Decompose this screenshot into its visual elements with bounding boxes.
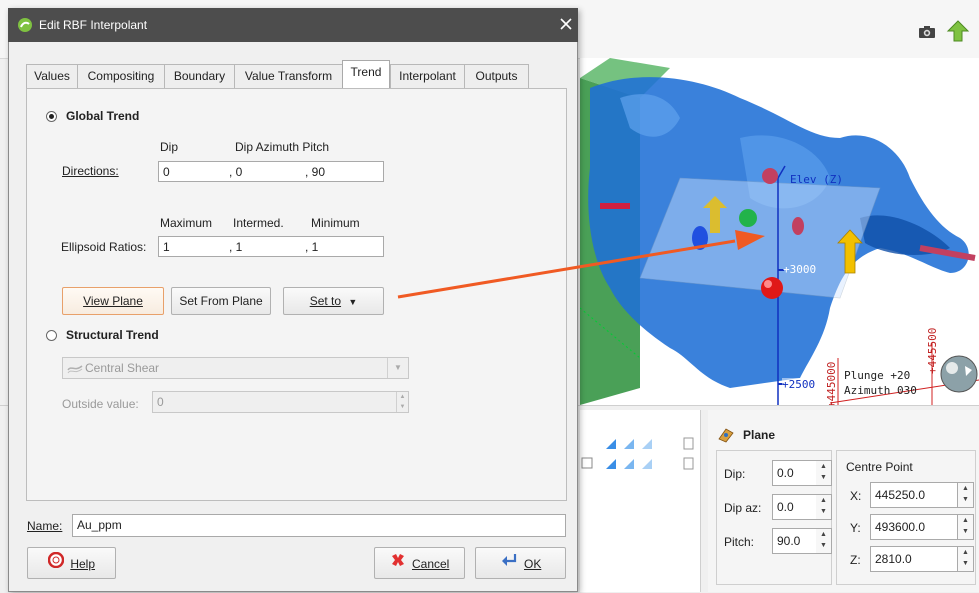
annotation-arrow [397,230,765,299]
